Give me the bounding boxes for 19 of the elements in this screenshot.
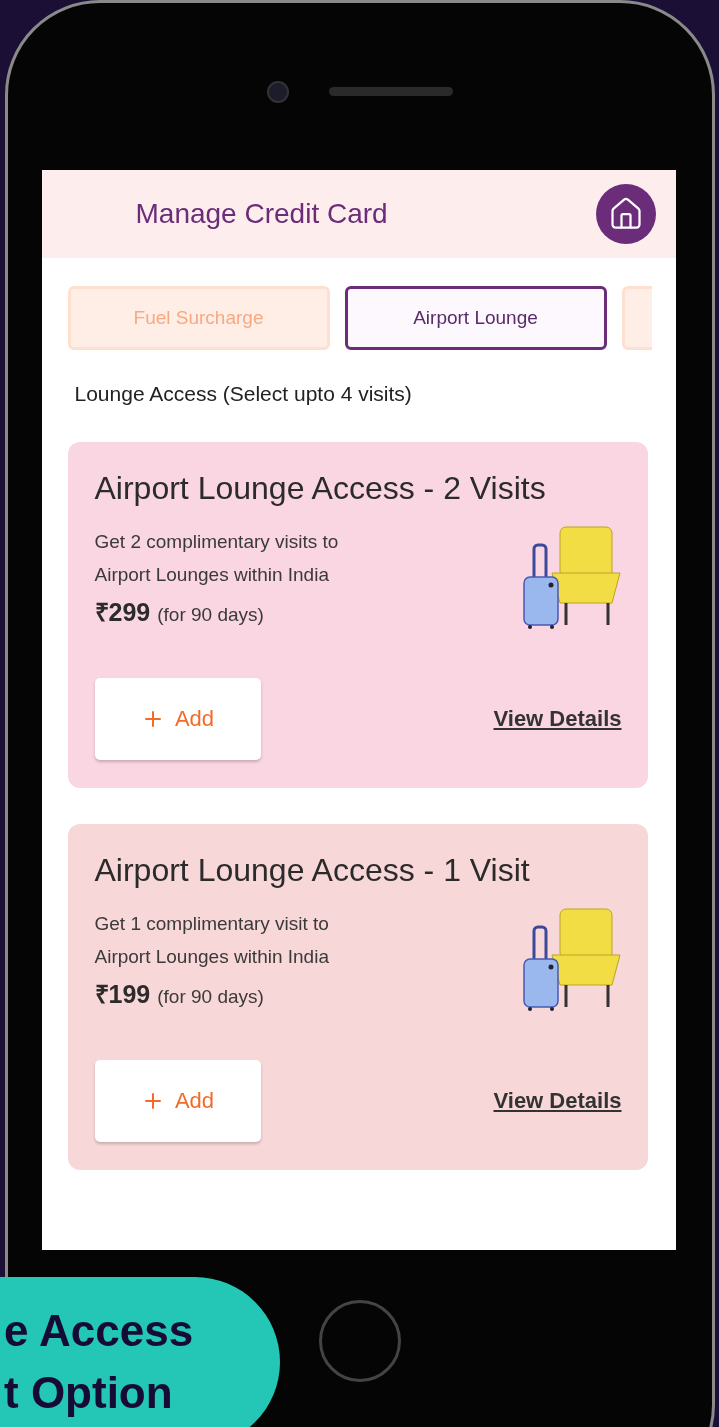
offer-description: Get 2 complimentary visits to Airport Lounges within India bbox=[94, 530, 339, 587]
caption-text: t Option bbox=[4, 1367, 173, 1419]
offer-price: ₹199 bbox=[94, 979, 151, 1010]
offer-title: Airport Lounge Access - 1 Visit bbox=[94, 852, 531, 889]
lounge-chair-luggage-icon bbox=[521, 525, 622, 630]
tab[interactable]: Airport Lounge bbox=[344, 286, 607, 350]
page-title: Manage Credit Card bbox=[135, 198, 388, 230]
caption-text: e Access bbox=[4, 1305, 194, 1357]
offer-period: (for 90 days) bbox=[157, 604, 264, 626]
view-details-link[interactable]: View Details bbox=[493, 1088, 622, 1114]
offer-title: Airport Lounge Access - 2 Visits bbox=[94, 470, 547, 507]
offer-description: Get 1 complimentary visit to Airport Lounges within India bbox=[94, 912, 329, 969]
camera-icon bbox=[267, 80, 289, 103]
speaker-icon bbox=[329, 87, 453, 96]
offer-period: (for 90 days) bbox=[157, 986, 264, 1008]
lounge-chair-luggage-icon bbox=[521, 907, 622, 1012]
offer-price: ₹299 bbox=[94, 597, 151, 628]
view-details-link[interactable]: View Details bbox=[493, 706, 622, 732]
section-label: Lounge Access (Select upto 4 visits) bbox=[73, 381, 413, 406]
